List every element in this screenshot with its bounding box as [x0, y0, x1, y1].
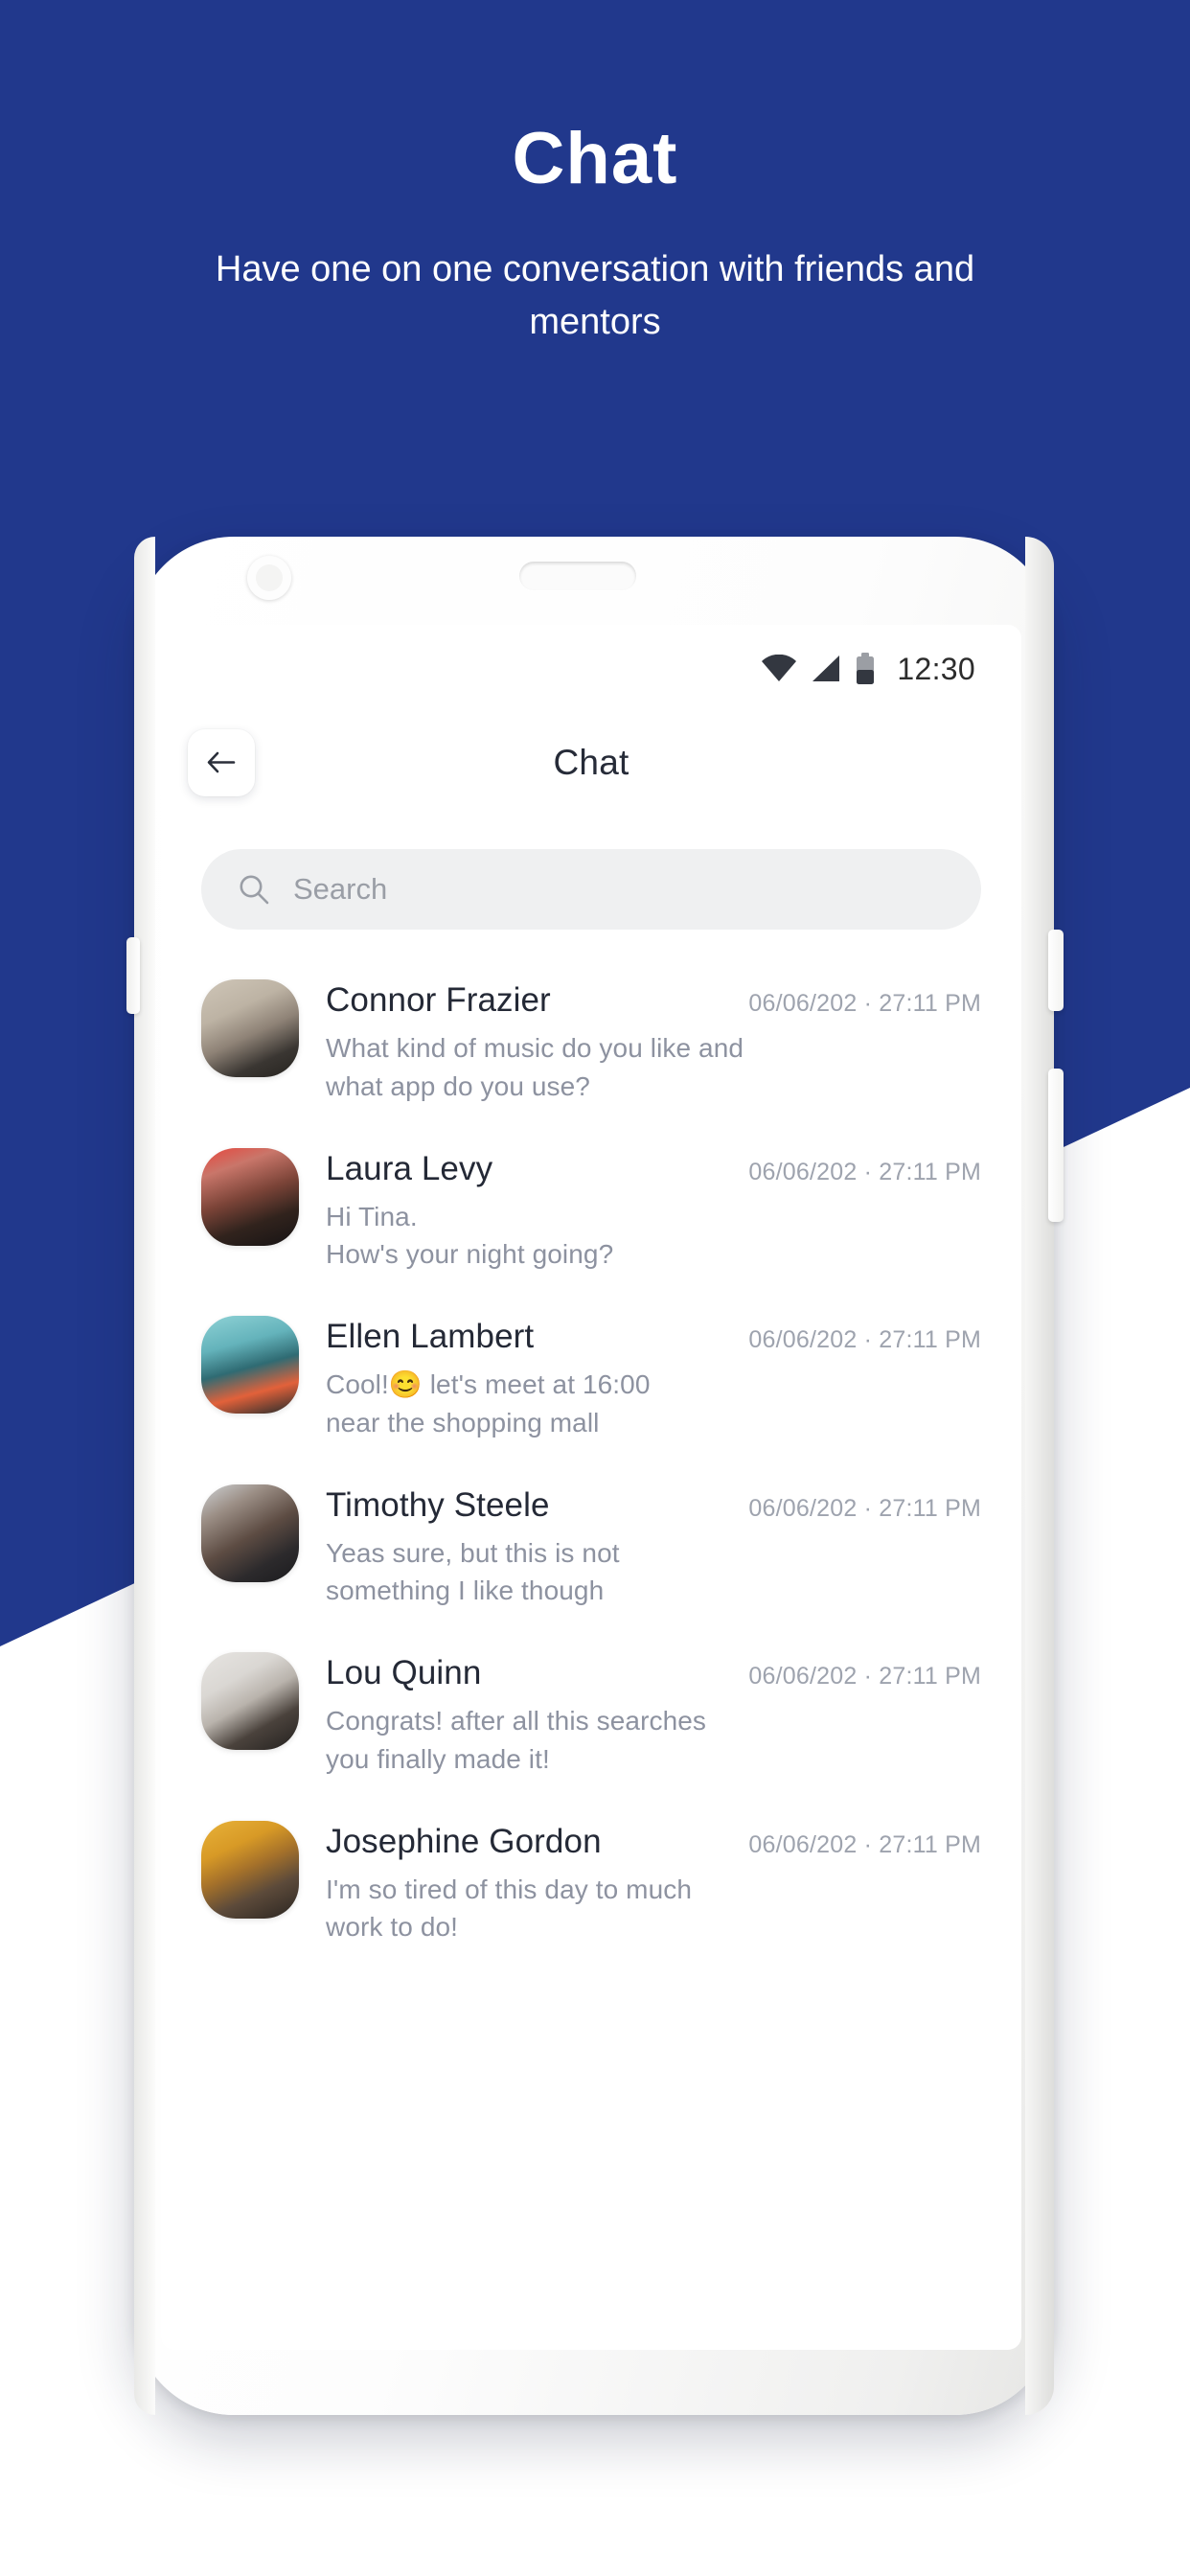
chat-item-content: Josephine Gordon 06/06/202 · 27:11 PM I'm …: [326, 1821, 981, 1947]
avatar-laura-levy: [201, 1147, 299, 1246]
search-section: Search: [161, 813, 1021, 930]
chat-item-preview: Yeas sure, but this is not something I l…: [326, 1537, 620, 1606]
cellular-signal-icon: [812, 656, 840, 681]
search-placeholder: Search: [293, 872, 388, 906]
chat-item-header: Timothy Steele 06/06/202 · 27:11 PM: [326, 1486, 981, 1525]
chat-item-content: Connor Frazier 06/06/202 · 27:11 PM What k…: [326, 979, 981, 1106]
avatar-lou-quinn: [201, 1652, 299, 1750]
chat-list-item[interactable]: Connor Frazier 06/06/202 · 27:11 PM What k…: [161, 958, 1021, 1127]
volume-rocker-button[interactable]: [1048, 1069, 1064, 1222]
chat-item-preview: Hi Tina. How's your night going?: [326, 1201, 614, 1270]
chat-item-header: Connor Frazier 06/06/202 · 27:11 PM: [326, 981, 981, 1020]
search-input[interactable]: Search: [201, 849, 981, 930]
chat-item-name: Ellen Lambert: [326, 1318, 535, 1355]
promo-subtitle: Have one on one conversation with friend…: [215, 249, 975, 343]
chat-item-name: Connor Frazier: [326, 981, 551, 1019]
chat-item-header: Ellen Lambert 06/06/202 · 27:11 PM: [326, 1318, 981, 1356]
avatar-connor-frazier: [201, 979, 299, 1077]
chat-list: Connor Frazier 06/06/202 · 27:11 PM What k…: [161, 930, 1021, 1967]
status-bar-time: 12:30: [897, 651, 975, 686]
avatar-ellen-lambert: [201, 1316, 299, 1414]
search-icon: [240, 875, 269, 905]
avatar-josephine-gordon: [201, 1820, 299, 1919]
page-title: Chat: [553, 743, 629, 782]
earpiece-speaker-icon: [519, 562, 636, 590]
camera-lens-icon: [247, 556, 291, 600]
chat-item-name: Josephine Gordon: [326, 1822, 602, 1860]
power-button[interactable]: [1048, 930, 1064, 1011]
back-button[interactable]: [188, 729, 255, 796]
chat-item-timestamp: 06/06/202 · 27:11 PM: [748, 1663, 981, 1690]
chat-list-item[interactable]: Josephine Gordon 06/06/202 · 27:11 PM I'm …: [161, 1800, 1021, 1968]
chat-item-preview: Cool!😊 let's meet at 16:00 near the shop…: [326, 1369, 651, 1438]
chat-item-timestamp: 06/06/202 · 27:11 PM: [748, 1830, 981, 1858]
chat-item-preview: I'm so tired of this day to much work to…: [326, 1874, 693, 1943]
chat-item-name: Timothy Steele: [326, 1485, 550, 1524]
chat-item-name: Laura Levy: [326, 1149, 493, 1187]
app-bar: Chat: [161, 713, 1021, 813]
chat-item-content: Timothy Steele 06/06/202 · 27:11 PM Yeas s…: [326, 1484, 981, 1611]
chat-item-timestamp: 06/06/202 · 27:11 PM: [748, 1494, 981, 1522]
promo-header: Chat Have one on one conversation with f…: [0, 0, 1190, 349]
chat-item-content: Lou Quinn 06/06/202 · 27:11 PM Congrats! a…: [326, 1652, 981, 1779]
arrow-left-icon: [207, 751, 236, 773]
phone-screen: 12:30 Chat Search Connor Frazier 06/06/20…: [161, 625, 1021, 2350]
chat-item-preview: What kind of music do you like and what …: [326, 1033, 744, 1101]
chat-list-item[interactable]: Timothy Steele 06/06/202 · 27:11 PM Yeas s…: [161, 1463, 1021, 1632]
status-bar: 12:30: [161, 625, 1021, 713]
phone-mockup: 12:30 Chat Search Connor Frazier 06/06/20…: [126, 537, 1064, 2415]
chat-item-preview: Congrats! after all this searches you fi…: [326, 1706, 707, 1774]
battery-icon: [857, 653, 875, 684]
chat-item-header: Lou Quinn 06/06/202 · 27:11 PM: [326, 1654, 981, 1692]
volume-rocker-left-button[interactable]: [126, 937, 140, 1014]
chat-list-item[interactable]: Ellen Lambert 06/06/202 · 27:11 PM Cool!😊 …: [161, 1295, 1021, 1463]
chat-item-content: Laura Levy 06/06/202 · 27:11 PM Hi Tina. H…: [326, 1148, 981, 1275]
chat-item-name: Lou Quinn: [326, 1654, 482, 1691]
chat-item-header: Laura Levy 06/06/202 · 27:11 PM: [326, 1150, 981, 1188]
chat-item-timestamp: 06/06/202 · 27:11 PM: [748, 1158, 981, 1185]
chat-item-content: Ellen Lambert 06/06/202 · 27:11 PM Cool!😊 …: [326, 1316, 981, 1442]
avatar-timothy-steele: [201, 1484, 299, 1582]
wifi-icon: [762, 655, 797, 681]
chat-item-timestamp: 06/06/202 · 27:11 PM: [748, 1326, 981, 1353]
chat-list-item[interactable]: Laura Levy 06/06/202 · 27:11 PM Hi Tina. H…: [161, 1127, 1021, 1296]
chat-item-header: Josephine Gordon 06/06/202 · 27:11 PM: [326, 1823, 981, 1861]
chat-list-item[interactable]: Lou Quinn 06/06/202 · 27:11 PM Congrats! a…: [161, 1631, 1021, 1800]
chat-item-timestamp: 06/06/202 · 27:11 PM: [748, 990, 981, 1017]
promo-title: Chat: [512, 118, 678, 199]
